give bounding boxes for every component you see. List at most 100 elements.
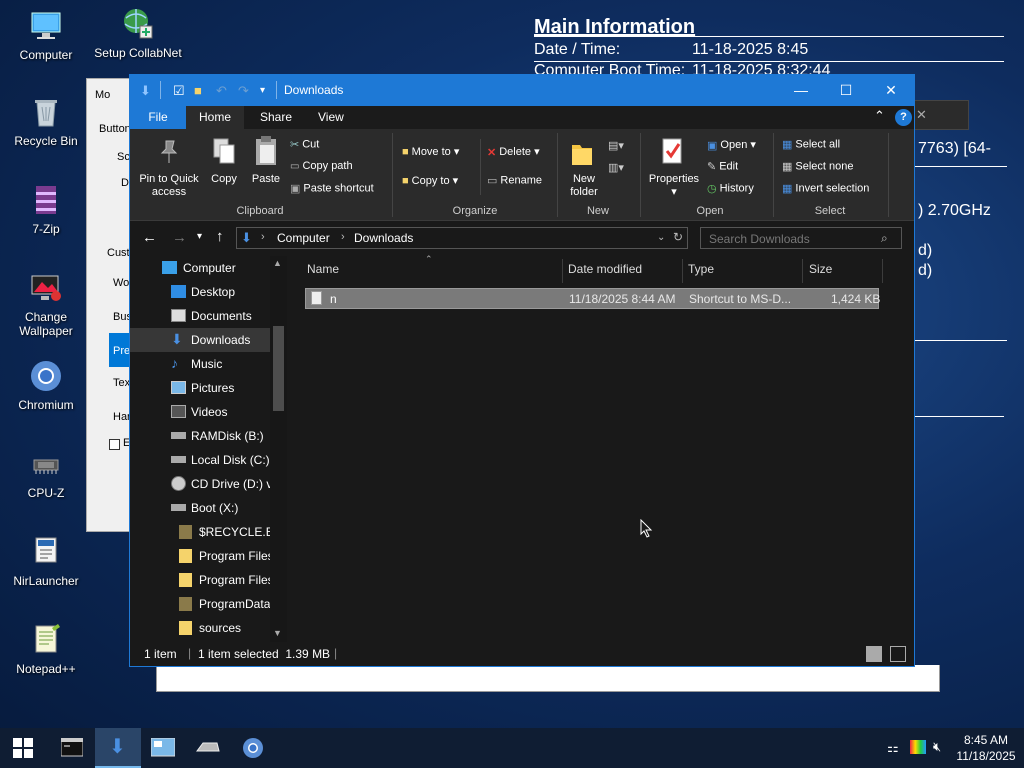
- maximize-button[interactable]: ☐: [823, 75, 869, 106]
- history-button[interactable]: ◷ History: [707, 182, 754, 195]
- desktop-icon-notepadpp[interactable]: Notepad++: [0, 622, 92, 676]
- column-header-date[interactable]: Date modified: [568, 262, 642, 276]
- nav-item-recycle-folder[interactable]: $RECYCLE.BIN: [130, 520, 270, 544]
- desktop-icon-setup-collabnet[interactable]: Setup CollabNet: [92, 6, 184, 60]
- nav-item-ramdisk[interactable]: RAMDisk (B:): [130, 424, 270, 448]
- select-none-button[interactable]: ▦ Select none: [782, 160, 854, 173]
- column-separator[interactable]: [802, 259, 803, 283]
- nav-item-programdata[interactable]: ProgramData: [130, 592, 270, 616]
- desktop-icon-change-wallpaper[interactable]: Change Wallpaper: [0, 270, 92, 338]
- new-item-dropdown[interactable]: ▤▾: [608, 139, 624, 152]
- nav-item-downloads[interactable]: ⬇ Downloads: [130, 328, 270, 352]
- nav-item-documents[interactable]: Documents: [130, 304, 270, 328]
- breadcrumb-computer[interactable]: Computer: [277, 231, 330, 245]
- nav-item-pictures[interactable]: Pictures: [130, 376, 270, 400]
- taskbar-drive[interactable]: [185, 728, 231, 768]
- refresh-icon[interactable]: ↻: [673, 230, 683, 244]
- rename-button[interactable]: ▭ Rename: [487, 174, 542, 187]
- system-clock[interactable]: 8:45 AM 11/18/2025: [950, 732, 1022, 764]
- back-arrow-icon[interactable]: ←: [142, 229, 157, 246]
- new-folder-icon[interactable]: ■: [194, 83, 202, 98]
- nav-item-music[interactable]: ♪ Music: [130, 352, 270, 376]
- nav-item-desktop[interactable]: Desktop: [130, 280, 270, 304]
- breadcrumb-downloads[interactable]: Downloads: [354, 231, 413, 245]
- copy-path-button[interactable]: ▭ Copy path: [290, 160, 353, 172]
- new-folder-button[interactable]: New folder: [564, 173, 604, 199]
- network-icon[interactable]: ⚏: [887, 740, 899, 756]
- column-header-name[interactable]: Name: [307, 262, 339, 276]
- delete-button[interactable]: ✕ Delete ▾: [487, 145, 540, 159]
- select-all-button[interactable]: ▦ Select all: [782, 138, 840, 151]
- nav-item-videos[interactable]: Videos: [130, 400, 270, 424]
- undo-icon[interactable]: ↶: [216, 83, 227, 99]
- address-dropdown-icon[interactable]: ⌄: [657, 232, 665, 243]
- easy-access-dropdown[interactable]: ▥▾: [608, 161, 624, 174]
- taskbar-chromium[interactable]: [230, 728, 276, 768]
- column-separator[interactable]: [562, 259, 563, 283]
- taskbar-downloads-explorer[interactable]: ⬇: [95, 728, 141, 768]
- color-icon[interactable]: [910, 740, 926, 754]
- pin-to-quick-access-button[interactable]: Pin to Quick access: [134, 173, 204, 199]
- nav-item-computer[interactable]: Computer: [130, 256, 270, 280]
- file-list[interactable]: ⌃ Name Date modified Type Size n 11/18/2…: [287, 254, 914, 642]
- large-icons-view-icon[interactable]: [890, 646, 906, 662]
- volume-muted-icon[interactable]: 🔇︎: [933, 739, 941, 755]
- tab-file[interactable]: File: [130, 106, 186, 129]
- tab-home[interactable]: Home: [186, 106, 244, 129]
- navigation-pane[interactable]: Computer Desktop Documents ⬇ Downloads ♪…: [130, 256, 287, 642]
- cut-button[interactable]: ✂ Cut: [290, 138, 319, 151]
- open-button[interactable]: ▣ Open ▾: [707, 138, 756, 152]
- start-button[interactable]: [0, 728, 46, 768]
- dialog-checkbox[interactable]: [109, 439, 120, 450]
- properties-check-icon[interactable]: ☑: [173, 83, 185, 99]
- paste-button[interactable]: Paste: [250, 173, 282, 186]
- scroll-down-icon[interactable]: ▼: [273, 628, 282, 638]
- edit-button[interactable]: ✎ Edit: [707, 160, 738, 173]
- collapse-ribbon-icon[interactable]: ⌃: [874, 108, 885, 124]
- invert-selection-button[interactable]: ▦ Invert selection: [782, 182, 869, 195]
- taskbar-terminal[interactable]: [49, 728, 95, 768]
- forward-arrow-icon[interactable]: →: [172, 229, 187, 246]
- desktop-icon-nirlauncher[interactable]: NirLauncher: [0, 534, 92, 588]
- file-row[interactable]: n 11/18/2025 8:44 AM Shortcut to MS-D...…: [305, 288, 880, 309]
- copy-button[interactable]: Copy: [208, 173, 240, 186]
- redo-icon[interactable]: ↷: [238, 83, 249, 99]
- tab-share[interactable]: Share: [260, 110, 292, 124]
- file-explorer-window[interactable]: ⬇ ☑ ■ ↶ ↷ ▾ Downloads — ☐ ✕ File Home Sh…: [129, 74, 915, 667]
- column-header-type[interactable]: Type: [688, 262, 714, 276]
- desktop-icon-recycle-bin[interactable]: Recycle Bin: [0, 94, 92, 148]
- column-header-size[interactable]: Size: [809, 262, 832, 276]
- minimize-button[interactable]: —: [778, 75, 824, 106]
- nav-item-local-disk[interactable]: Local Disk (C:): [130, 448, 270, 472]
- taskbar-control-panel[interactable]: [140, 728, 186, 768]
- tab-view[interactable]: View: [318, 110, 344, 124]
- desktop-icon-computer[interactable]: Computer: [0, 8, 92, 62]
- column-separator[interactable]: [882, 259, 883, 283]
- nav-item-program-files-x86[interactable]: Program Files: [130, 568, 270, 592]
- nav-item-boot[interactable]: Boot (X:): [130, 496, 270, 520]
- scroll-up-icon[interactable]: ▲: [273, 258, 282, 268]
- recent-locations-icon[interactable]: ▾: [197, 231, 202, 242]
- properties-button[interactable]: Properties ▾: [644, 173, 704, 199]
- desktop-icon-7zip[interactable]: 7-Zip: [0, 182, 92, 236]
- search-icon[interactable]: ⌕: [881, 231, 888, 246]
- close-button[interactable]: ✕: [868, 75, 914, 106]
- up-arrow-icon[interactable]: ↑: [216, 228, 224, 245]
- column-separator[interactable]: [682, 259, 683, 283]
- nav-item-cd-drive[interactable]: CD Drive (D:) v: [130, 472, 270, 496]
- paste-shortcut-button[interactable]: ▣ Paste shortcut: [290, 182, 374, 195]
- details-view-icon[interactable]: [866, 646, 882, 662]
- address-bar[interactable]: ⬇ › Computer › Downloads ⌄ ↻: [236, 227, 688, 249]
- nav-item-sources[interactable]: sources: [130, 616, 270, 640]
- nav-scroll-thumb[interactable]: [273, 326, 284, 411]
- move-to-button[interactable]: ■ Move to ▾: [402, 145, 459, 158]
- help-icon[interactable]: ?: [895, 109, 912, 126]
- customize-dropdown-icon[interactable]: ▾: [260, 85, 265, 96]
- title-bar[interactable]: ⬇ ☑ ■ ↶ ↷ ▾ Downloads — ☐ ✕: [130, 75, 914, 106]
- copy-to-button[interactable]: ■ Copy to ▾: [402, 174, 458, 187]
- search-box[interactable]: Search Downloads ⌕: [700, 227, 902, 249]
- desktop-icon-cpuz[interactable]: CPU-Z: [0, 446, 92, 500]
- nav-item-program-files[interactable]: Program Files: [130, 544, 270, 568]
- nav-scrollbar[interactable]: ▲ ▼: [270, 256, 287, 642]
- desktop-icon-chromium[interactable]: Chromium: [0, 358, 92, 412]
